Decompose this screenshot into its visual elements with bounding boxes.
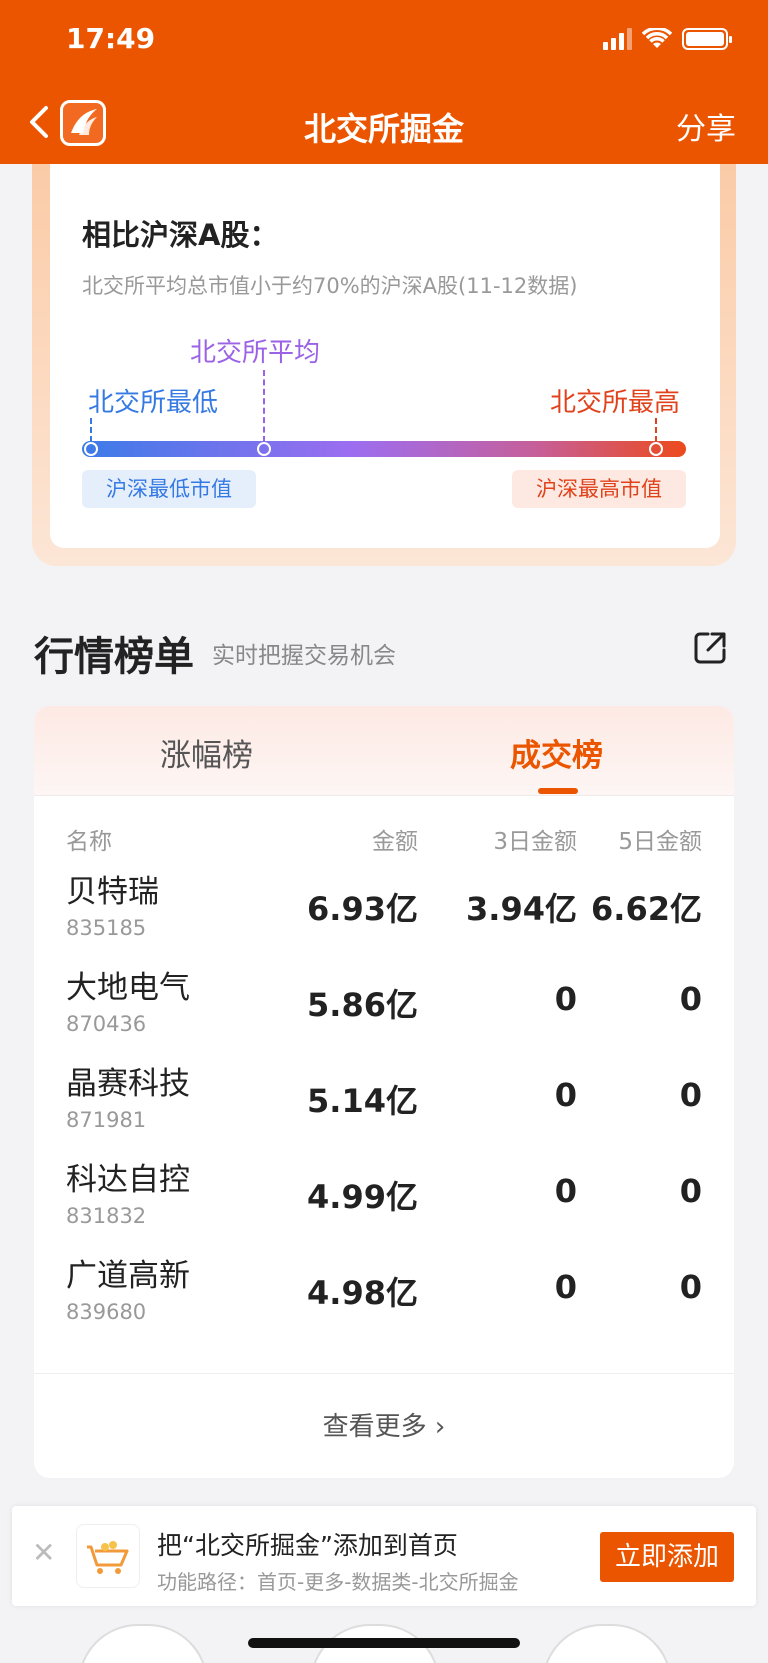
stock-name: 科达自控 <box>66 1162 190 1198</box>
stock-name: 贝特瑞 <box>66 874 159 910</box>
table-row[interactable]: 科达自控 831832 4.99亿 0 0 <box>34 1154 734 1256</box>
amount-3d: 0 <box>554 1076 577 1114</box>
label-bse-min: 北交所最低 <box>88 388 219 418</box>
col-amount: 金额 <box>372 829 418 855</box>
compare-title: 相比沪深A股： <box>82 218 279 252</box>
add-banner-title: 把“北交所掘金”添加到首页 <box>157 1531 458 1560</box>
min-marker-dot <box>84 442 98 456</box>
label-bse-average: 北交所平均 <box>190 338 321 368</box>
add-to-home-banner: ✕ 把“北交所掘金”添加到首页 功能路径：首页-更多-数据类-北交所掘金 立即添… <box>12 1506 756 1606</box>
amount-5d: 0 <box>679 1172 702 1210</box>
status-time: 17:49 <box>66 22 156 55</box>
amount-5d: 6.62亿 <box>591 890 702 928</box>
signal-icon <box>603 28 632 50</box>
compare-description: 北交所平均总市值小于约70%的沪深A股(11-12数据) <box>82 274 578 298</box>
stock-name: 晶赛科技 <box>66 1066 190 1102</box>
amount: 5.14亿 <box>307 1082 418 1120</box>
bottom-shortcut-1[interactable] <box>78 1624 208 1663</box>
ranking-card: 涨幅榜 成交榜 名称 金额 3日金额 5日金额 贝特瑞 835185 6.93亿… <box>34 706 734 1478</box>
market-cap-range-bar <box>82 441 686 457</box>
avg-marker-dot <box>257 442 271 456</box>
amount-3d: 0 <box>554 980 577 1018</box>
table-row[interactable]: 贝特瑞 835185 6.93亿 3.94亿 6.62亿 <box>34 866 734 968</box>
home-indicator <box>248 1638 520 1648</box>
avg-marker-line <box>263 370 265 442</box>
stock-code: 871981 <box>66 1108 147 1132</box>
share-button[interactable]: 分享 <box>676 104 736 148</box>
label-bse-max: 北交所最高 <box>549 388 680 418</box>
tag-hs-min-cap: 沪深最低市值 <box>82 470 256 508</box>
amount-3d: 0 <box>554 1268 577 1306</box>
amount-5d: 0 <box>679 1268 702 1306</box>
external-link-icon[interactable] <box>690 628 730 668</box>
add-now-button[interactable]: 立即添加 <box>600 1532 734 1582</box>
amount: 4.99亿 <box>307 1178 418 1216</box>
amount: 5.86亿 <box>307 986 418 1024</box>
add-banner-path: 功能路径：首页-更多-数据类-北交所掘金 <box>157 1570 519 1594</box>
col-amount-3d: 3日金额 <box>493 829 577 855</box>
page-title: 北交所掘金 <box>303 110 464 148</box>
col-name: 名称 <box>66 829 112 855</box>
table-row[interactable]: 晶赛科技 871981 5.14亿 0 0 <box>34 1058 734 1160</box>
wifi-icon <box>642 28 672 48</box>
tag-hs-max-cap: 沪深最高市值 <box>512 470 686 508</box>
tab-turnover[interactable]: 成交榜 <box>510 730 603 775</box>
col-amount-5d: 5日金额 <box>618 829 702 855</box>
stock-code: 870436 <box>66 1012 147 1036</box>
divider <box>34 1373 734 1374</box>
min-marker-line <box>90 418 92 442</box>
battery-icon <box>682 28 732 50</box>
stock-name: 广道高新 <box>66 1258 190 1294</box>
stock-code: 835185 <box>66 916 147 940</box>
view-more-link[interactable]: 查看更多 › <box>34 1406 734 1443</box>
amount-5d: 0 <box>679 980 702 1018</box>
stock-code: 839680 <box>66 1300 147 1324</box>
bottom-shortcut-3[interactable] <box>542 1624 672 1663</box>
stock-name: 大地电气 <box>66 970 190 1006</box>
tab-gainers[interactable]: 涨幅榜 <box>160 730 253 775</box>
amount: 6.93亿 <box>307 890 418 928</box>
active-tab-indicator <box>538 788 578 794</box>
section-subtitle: 实时把握交易机会 <box>212 643 396 669</box>
amount-3d: 3.94亿 <box>466 890 577 928</box>
table-row[interactable]: 广道高新 839680 4.98亿 0 0 <box>34 1250 734 1352</box>
stock-code: 831832 <box>66 1204 147 1228</box>
cart-icon <box>76 1524 140 1588</box>
table-row[interactable]: 大地电气 870436 5.86亿 0 0 <box>34 962 734 1064</box>
amount-3d: 0 <box>554 1172 577 1210</box>
status-icons <box>603 28 732 50</box>
ranking-tabs: 涨幅榜 成交榜 <box>34 706 734 796</box>
top-bar: 17:49 北交所掘金 分享 <box>0 0 768 164</box>
section-title: 行情榜单 <box>34 634 194 680</box>
amount-5d: 0 <box>679 1076 702 1114</box>
max-marker-line <box>655 418 657 442</box>
max-marker-dot <box>649 442 663 456</box>
amount: 4.98亿 <box>307 1274 418 1312</box>
close-icon[interactable]: ✕ <box>32 1536 55 1569</box>
